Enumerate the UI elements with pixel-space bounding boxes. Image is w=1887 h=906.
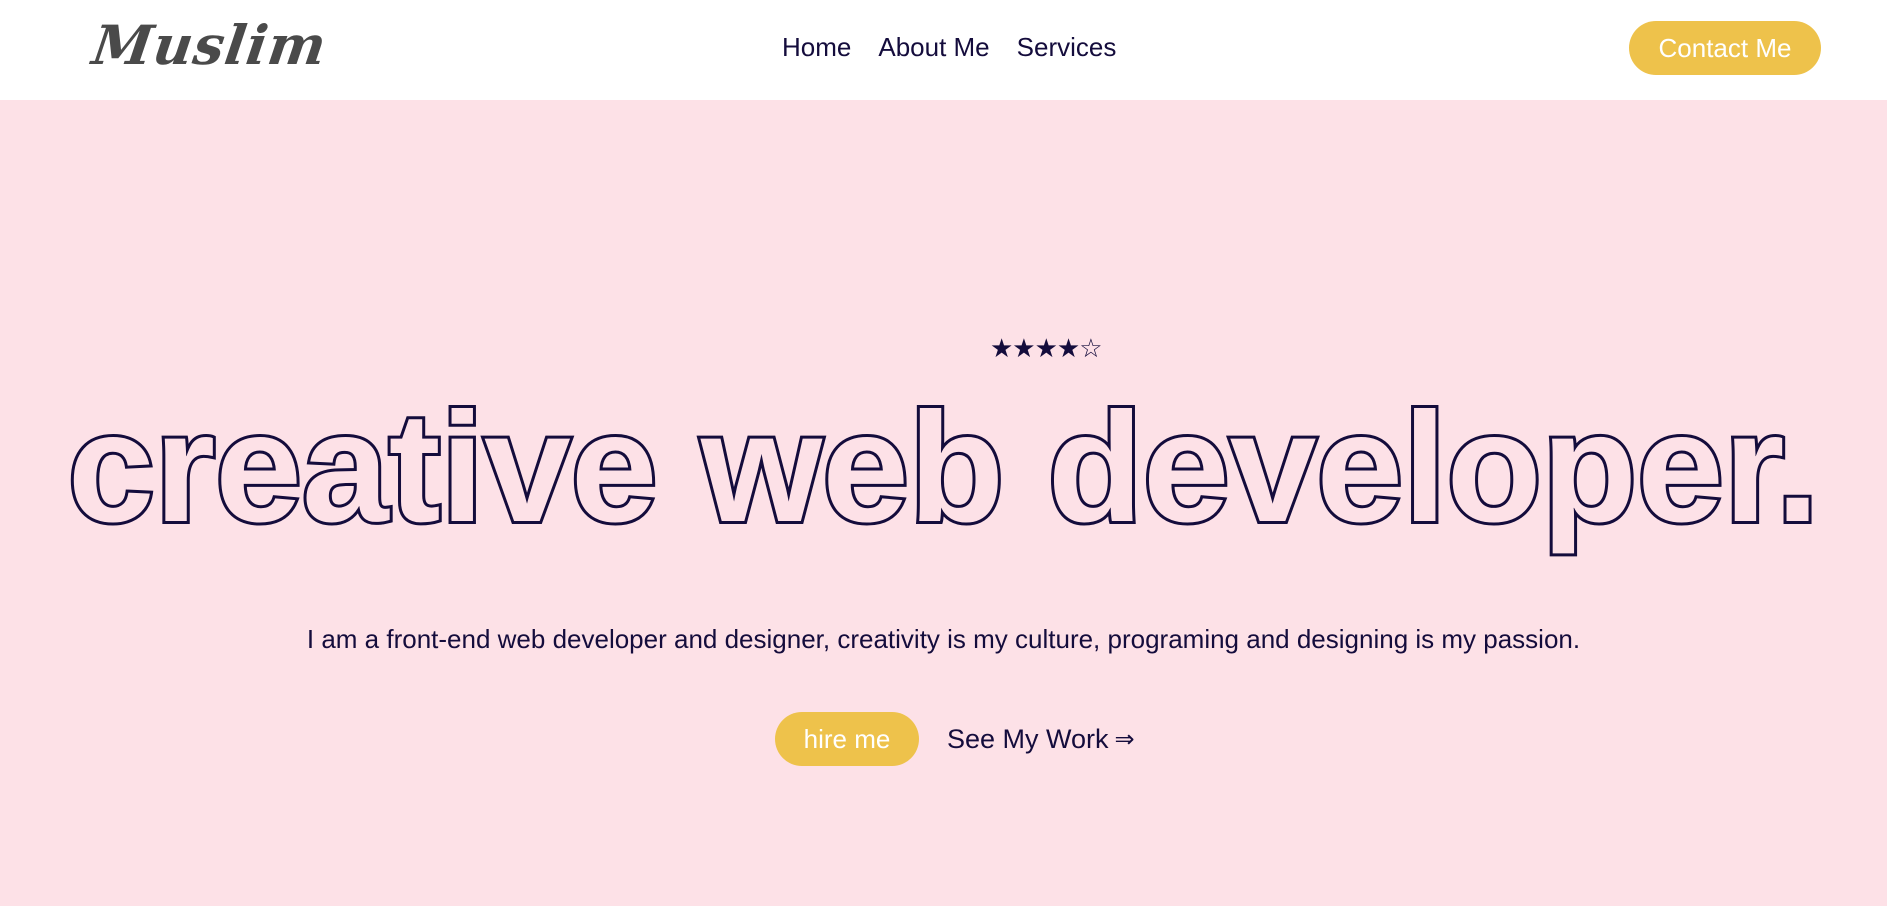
hero-section: ★★★★☆ creative web developer. I am a fro… — [0, 100, 1887, 906]
double-arrow-right-icon: ⇒ — [1114, 725, 1135, 753]
rating-stars-icon: ★★★★☆ — [990, 334, 1103, 364]
hero-tagline: I am a front-end web developer and desig… — [306, 624, 1581, 654]
logo[interactable]: Muslim — [89, 13, 332, 77]
see-my-work-link[interactable]: See My Work ⇒ — [947, 724, 1135, 755]
nav-link-services[interactable]: Services — [1017, 30, 1117, 64]
cta-row: hire me See My Work ⇒ — [775, 712, 1135, 766]
contact-me-button[interactable]: Contact Me — [1629, 21, 1821, 75]
hero-headline: creative web developer. — [65, 378, 1823, 558]
hire-me-button[interactable]: hire me — [775, 712, 919, 766]
nav-link-home[interactable]: Home — [782, 30, 851, 64]
see-my-work-label: See My Work — [947, 723, 1109, 754]
nav-link-about[interactable]: About Me — [878, 30, 989, 64]
main-nav: Home About Me Services — [782, 30, 1116, 64]
site-header: Muslim Home About Me Services Contact Me — [0, 0, 1887, 100]
